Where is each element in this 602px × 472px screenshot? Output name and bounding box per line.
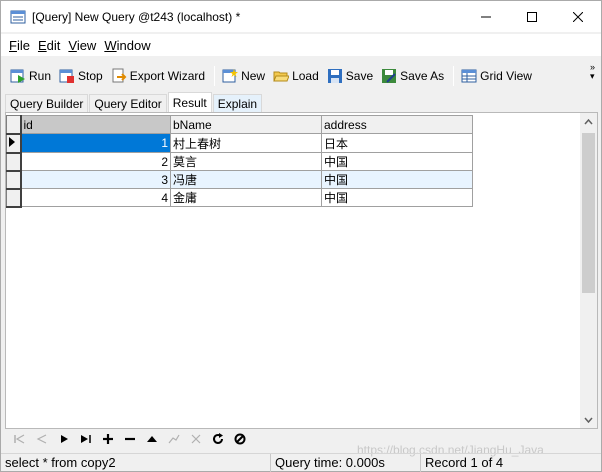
next-record-icon[interactable] bbox=[53, 430, 75, 448]
status-record: Record 1 of 4 bbox=[425, 454, 504, 470]
post-edit-icon[interactable] bbox=[163, 430, 185, 448]
minimize-button[interactable] bbox=[463, 1, 509, 32]
menu-window[interactable]: Window bbox=[100, 38, 154, 53]
row-selector[interactable] bbox=[6, 152, 22, 172]
last-record-icon[interactable] bbox=[75, 430, 97, 448]
save-button[interactable]: Save bbox=[324, 65, 376, 87]
tab-explain[interactable]: Explain bbox=[212, 94, 263, 112]
cell-address[interactable]: 中国 bbox=[321, 152, 473, 171]
run-icon bbox=[10, 69, 25, 83]
save-as-button[interactable]: Save As bbox=[378, 65, 447, 87]
query-window: [Query] New Query @t243 (localhost) * Fi… bbox=[0, 0, 602, 472]
tab-query-editor[interactable]: Query Editor bbox=[89, 94, 167, 112]
menu-file[interactable]: File bbox=[5, 38, 34, 53]
close-icon bbox=[573, 11, 583, 22]
prior-record-icon[interactable] bbox=[31, 430, 53, 448]
floppy-save-icon bbox=[327, 69, 342, 83]
close-button[interactable] bbox=[555, 1, 601, 32]
refresh-icon[interactable] bbox=[207, 430, 229, 448]
result-tabs: Query Builder Query Editor Result Explai… bbox=[5, 92, 263, 112]
cell-address[interactable]: 中国 bbox=[321, 170, 473, 189]
grid-header-row: id bName address bbox=[6, 115, 473, 135]
toolbar-separator bbox=[214, 66, 216, 86]
column-header-id[interactable]: id bbox=[20, 115, 171, 134]
menu-edit[interactable]: Edit bbox=[34, 38, 64, 53]
title-bar: [Query] New Query @t243 (localhost) * bbox=[1, 1, 601, 32]
vertical-scrollbar[interactable] bbox=[580, 113, 597, 428]
scroll-up-icon[interactable] bbox=[580, 113, 597, 130]
first-record-icon[interactable] bbox=[9, 430, 31, 448]
cell-id[interactable]: 3 bbox=[20, 170, 171, 189]
stop-icon bbox=[59, 69, 75, 83]
status-bar: select * from copy2 Query time: 0.000s R… bbox=[1, 453, 601, 472]
table-row[interactable]: 3 冯唐 中国 bbox=[6, 170, 473, 190]
cell-bname[interactable]: 金庸 bbox=[170, 188, 322, 207]
cancel-edit-icon[interactable] bbox=[185, 430, 207, 448]
delete-record-icon[interactable] bbox=[119, 430, 141, 448]
toolbar: Run Stop Export Wizard New Load Save Sav… bbox=[1, 63, 601, 89]
row-selector[interactable] bbox=[6, 170, 22, 190]
tab-result[interactable]: Result bbox=[167, 92, 212, 112]
cell-address[interactable]: 中国 bbox=[321, 188, 473, 207]
minimize-icon bbox=[481, 16, 491, 17]
result-grid: id bName address 1 村上春树 日本 2 莫言 中国 3 冯唐 … bbox=[6, 115, 473, 208]
cell-id[interactable]: 2 bbox=[20, 152, 171, 171]
stop-button[interactable]: Stop bbox=[56, 65, 106, 87]
scroll-down-icon[interactable] bbox=[580, 411, 597, 428]
table-row[interactable]: 4 金庸 中国 bbox=[6, 188, 473, 208]
menu-view[interactable]: View bbox=[64, 38, 100, 53]
folder-open-icon bbox=[273, 71, 290, 82]
stop-refresh-icon[interactable] bbox=[229, 430, 251, 448]
grid-view-icon bbox=[461, 69, 477, 83]
column-header-address[interactable]: address bbox=[321, 115, 473, 134]
cell-bname[interactable]: 莫言 bbox=[170, 152, 322, 171]
run-button[interactable]: Run bbox=[7, 65, 54, 87]
maximize-button[interactable] bbox=[509, 1, 555, 32]
table-row[interactable]: 1 村上春树 日本 bbox=[6, 133, 473, 154]
toolbar-separator bbox=[453, 66, 455, 86]
load-button[interactable]: Load bbox=[270, 65, 322, 87]
menu-bar: File Edit View Window bbox=[1, 34, 601, 56]
cell-address[interactable]: 日本 bbox=[321, 133, 473, 153]
column-header-bname[interactable]: bName bbox=[170, 115, 322, 134]
grid-view-button[interactable]: Grid View bbox=[458, 65, 535, 87]
edit-record-icon[interactable] bbox=[141, 430, 163, 448]
window-title: [Query] New Query @t243 (localhost) * bbox=[32, 9, 241, 24]
header-corner bbox=[6, 115, 22, 135]
cell-bname[interactable]: 冯唐 bbox=[170, 170, 322, 189]
query-app-icon bbox=[10, 10, 26, 23]
export-wizard-button[interactable]: Export Wizard bbox=[108, 65, 208, 87]
scrollbar-thumb[interactable] bbox=[582, 133, 595, 293]
row-selector[interactable] bbox=[6, 188, 22, 208]
status-sql: select * from copy2 bbox=[1, 453, 271, 472]
cell-bname[interactable]: 村上春树 bbox=[170, 133, 322, 153]
add-record-icon[interactable] bbox=[97, 430, 119, 448]
status-query-time: Query time: 0.000s bbox=[271, 453, 421, 472]
cell-id[interactable]: 1 bbox=[20, 133, 171, 153]
new-button[interactable]: New bbox=[219, 65, 268, 87]
current-row-indicator-icon[interactable] bbox=[6, 133, 22, 154]
table-row[interactable]: 2 莫言 中国 bbox=[6, 152, 473, 172]
new-query-icon bbox=[222, 69, 239, 83]
save-as-icon bbox=[382, 69, 397, 83]
export-icon bbox=[112, 68, 127, 83]
tab-query-builder[interactable]: Query Builder bbox=[5, 94, 89, 112]
toolbar-overflow-chevron-icon[interactable]: » ▾ bbox=[590, 63, 595, 81]
maximize-icon bbox=[527, 11, 537, 22]
result-grid-pane: id bName address 1 村上春树 日本 2 莫言 中国 3 冯唐 … bbox=[5, 112, 598, 429]
cell-id[interactable]: 4 bbox=[20, 188, 171, 207]
